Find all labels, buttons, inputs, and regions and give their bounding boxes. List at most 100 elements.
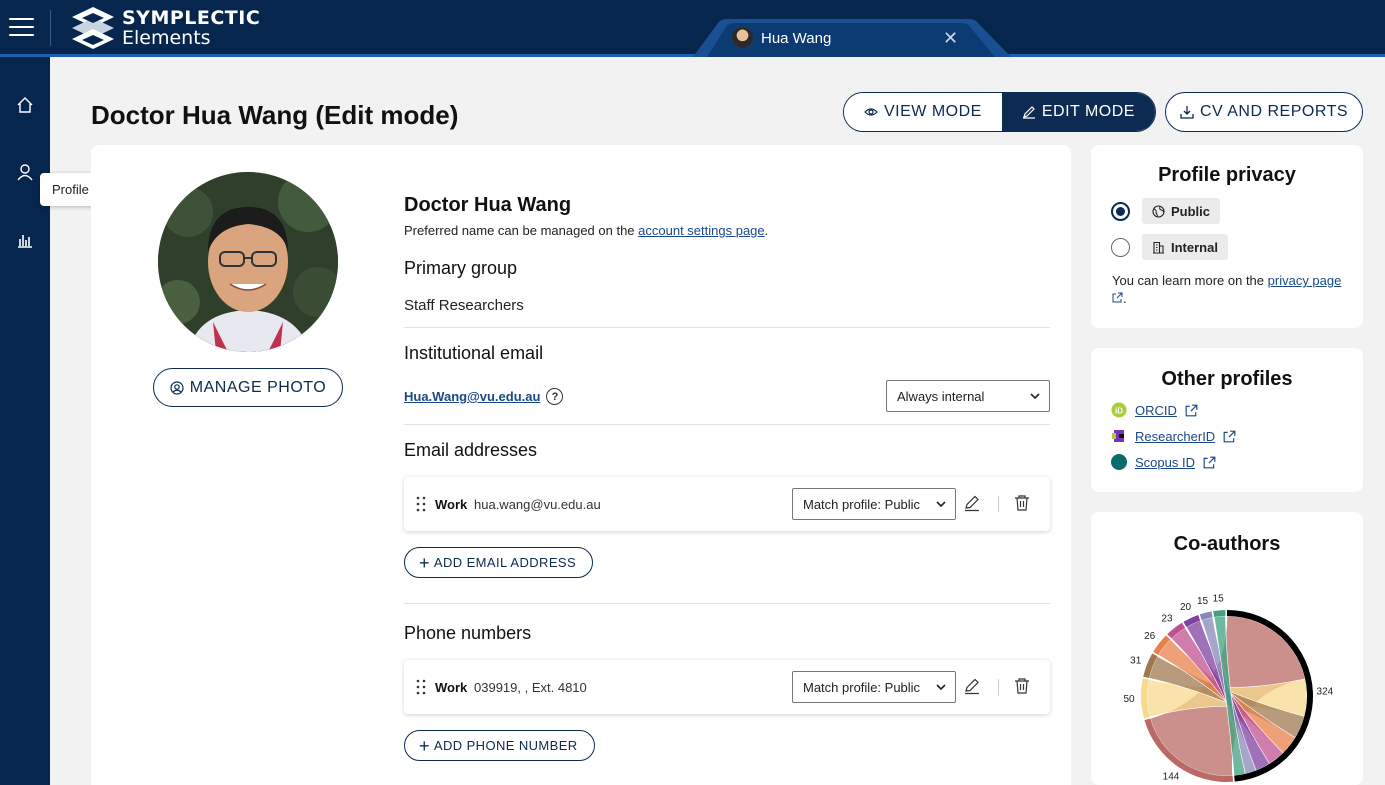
- menu-icon[interactable]: [9, 18, 34, 38]
- download-icon: [1180, 106, 1194, 119]
- brand-name: SYMPLECTIC: [122, 6, 261, 29]
- divider: [998, 679, 999, 695]
- reports-icon[interactable]: [12, 227, 38, 253]
- phone-type: Work: [435, 680, 468, 695]
- public-label: Public: [1171, 203, 1211, 219]
- drag-handle-icon[interactable]: [416, 679, 426, 695]
- divider: [404, 603, 1050, 604]
- profile-name: Doctor Hua Wang: [404, 194, 572, 216]
- privacy-note-text: You can learn more on the: [1112, 273, 1268, 288]
- brand-product: Elements: [122, 26, 211, 49]
- globe-icon: [1152, 204, 1165, 218]
- chord-label: 15: [1197, 596, 1209, 607]
- scopus-label[interactable]: Scopus ID: [1135, 455, 1195, 470]
- chord-label: 26: [1144, 631, 1156, 642]
- view-mode-button[interactable]: VIEW MODE: [844, 93, 1002, 131]
- user-tab-name: Hua Wang: [761, 30, 832, 47]
- profile-privacy-card: Profile privacy Public Internal You can …: [1091, 145, 1363, 328]
- public-chip: Public: [1142, 198, 1221, 224]
- external-link-icon: [1203, 456, 1216, 468]
- edit-mode-button[interactable]: EDIT MODE: [1001, 93, 1155, 131]
- privacy-link-text: privacy page: [1267, 273, 1342, 288]
- building-icon: [1153, 241, 1164, 254]
- phone-visibility-select[interactable]: Match profile: Public: [792, 671, 956, 703]
- user-tab[interactable]: Hua Wang ✕: [693, 19, 1011, 57]
- home-icon[interactable]: [12, 92, 38, 118]
- manage-photo-label: MANAGE PHOTO: [189, 378, 327, 396]
- email-visibility-select[interactable]: Match profile: Public: [792, 488, 956, 520]
- scopus-icon: [1111, 454, 1127, 470]
- divider: [998, 496, 999, 512]
- email-addresses-heading: Email addresses: [404, 440, 538, 460]
- email-type: Work: [435, 497, 468, 512]
- eye-icon: [864, 108, 878, 116]
- chord-label: 50: [1123, 694, 1135, 705]
- internal-chip: Internal: [1142, 234, 1228, 260]
- trash-icon[interactable]: [1014, 494, 1030, 512]
- primary-group-value: Staff Researchers: [404, 297, 524, 314]
- chord-label: 20: [1180, 602, 1192, 613]
- researcherid-link[interactable]: ResearcherID: [1111, 428, 1236, 444]
- chord-arc[interactable]: [1213, 610, 1226, 618]
- chevron-down-icon: [936, 501, 946, 508]
- institutional-email: Hua.Wang@vu.edu.au ?: [404, 388, 564, 405]
- add-email-label: ADD EMAIL ADDRESS: [433, 555, 577, 570]
- coauthors-title: Co-authors: [1173, 533, 1281, 555]
- chevron-down-icon: [936, 684, 946, 691]
- institutional-email-link[interactable]: Hua.Wang@vu.edu.au: [404, 389, 540, 404]
- edit-mode-label: EDIT MODE: [1041, 103, 1135, 120]
- edit-icon[interactable]: [963, 494, 981, 512]
- mode-toggle: VIEW MODE EDIT MODE: [843, 92, 1156, 132]
- external-link-icon: [1185, 404, 1198, 416]
- privacy-public-radio[interactable]: [1111, 202, 1130, 221]
- profile-icon[interactable]: [12, 159, 38, 185]
- coauthors-chord-chart[interactable]: 324 144 50 31 26 23 20 15 15: [1091, 572, 1363, 785]
- plus-icon: +: [419, 552, 430, 573]
- close-icon[interactable]: ✕: [943, 28, 958, 49]
- chord-label: 324: [1317, 687, 1334, 698]
- add-phone-button[interactable]: + ADD PHONE NUMBER: [404, 730, 595, 761]
- brand-logo[interactable]: SYMPLECTIC Elements: [70, 5, 260, 51]
- account-settings-link[interactable]: account settings page: [638, 223, 764, 238]
- internal-label: Internal: [1171, 239, 1218, 255]
- cv-reports-button[interactable]: CV AND REPORTS: [1165, 92, 1363, 132]
- user-circle-icon: [170, 380, 184, 395]
- chord-label: 15: [1213, 593, 1225, 604]
- orcid-label[interactable]: ORCID: [1135, 403, 1177, 418]
- phone-row: Work 039919, , Ext. 4810 Match profile: …: [404, 660, 1050, 714]
- coauthors-card: Co-authors 324 144 50 31 26 23 20 15 15: [1091, 512, 1363, 785]
- privacy-note: You can learn more on the privacy page .: [1112, 272, 1342, 308]
- divider: [404, 327, 1050, 328]
- page-title: Doctor Hua Wang (Edit mode): [91, 100, 459, 130]
- scopus-link[interactable]: Scopus ID: [1111, 454, 1216, 470]
- svg-text:iD: iD: [1115, 407, 1123, 416]
- other-profiles-card: Other profiles iD ORCID ResearcherID Sco…: [1091, 348, 1363, 492]
- privacy-note-suffix: .: [1123, 291, 1127, 306]
- profile-card: MANAGE PHOTO Doctor Hua Wang Preferred n…: [91, 145, 1071, 785]
- add-email-button[interactable]: + ADD EMAIL ADDRESS: [404, 547, 594, 578]
- trash-icon[interactable]: [1014, 677, 1030, 695]
- cv-reports-label: CV AND REPORTS: [1199, 103, 1349, 120]
- pref-note-text: Preferred name can be managed on the: [404, 223, 639, 238]
- researcherid-label[interactable]: ResearcherID: [1135, 429, 1215, 444]
- preferred-name-note: Preferred name can be managed on the acc…: [404, 223, 768, 238]
- edit-icon[interactable]: [963, 677, 981, 695]
- privacy-internal-radio[interactable]: [1111, 238, 1130, 257]
- phone-numbers-heading: Phone numbers: [404, 623, 532, 643]
- institutional-email-visibility-select[interactable]: Always internal: [886, 380, 1050, 412]
- plus-icon: +: [419, 735, 430, 756]
- orcid-link[interactable]: iD ORCID: [1111, 402, 1198, 418]
- drag-handle-icon[interactable]: [416, 496, 426, 512]
- help-icon[interactable]: ?: [546, 388, 564, 405]
- other-profiles-title: Other profiles: [1161, 368, 1293, 390]
- manage-photo-button[interactable]: MANAGE PHOTO: [153, 368, 343, 407]
- pref-note-suffix: .: [764, 223, 769, 238]
- chord-label: 23: [1161, 614, 1173, 625]
- divider: [50, 10, 51, 46]
- chevron-down-icon: [1030, 393, 1040, 400]
- email-row: Work hua.wang@vu.edu.au Match profile: P…: [404, 477, 1050, 531]
- divider: [404, 424, 1050, 425]
- symplectic-logo-icon: [72, 7, 114, 49]
- institutional-email-heading: Institutional email: [404, 343, 544, 363]
- chord-label: 31: [1130, 655, 1142, 666]
